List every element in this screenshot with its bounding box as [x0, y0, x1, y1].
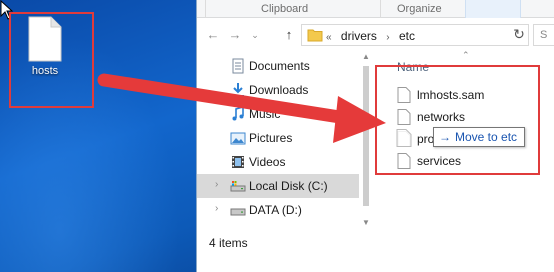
move-tooltip-label: Move to etc — [455, 130, 518, 144]
desktop-highlight-box — [9, 12, 94, 108]
breadcrumb-drivers[interactable]: drivers — [341, 29, 377, 43]
music-icon — [232, 106, 244, 121]
pictures-icon — [230, 132, 246, 145]
address-bar[interactable]: « drivers › etc — [301, 24, 529, 46]
ribbon-group-clipboard: Clipboard — [261, 3, 309, 15]
nav-item-local-disk[interactable]: › Local Disk (C:) — [197, 174, 359, 198]
nav-item-label: DATA (D:) — [249, 203, 302, 217]
nav-item-data-drive[interactable]: › DATA (D:) — [197, 198, 359, 222]
nav-item-label: Pictures — [249, 131, 293, 145]
nav-item-label: Downloads — [249, 83, 309, 97]
nav-item-documents[interactable]: Documents — [197, 54, 359, 78]
move-arrow-icon: → — [439, 130, 451, 144]
sort-chevron-icon: ⌃ — [462, 50, 470, 60]
scrollbar-thumb[interactable] — [363, 66, 369, 206]
ribbon-separator — [205, 0, 206, 18]
expand-chevron-icon[interactable]: › — [215, 179, 218, 190]
documents-icon — [232, 58, 244, 74]
navigation-pane: Documents Downloads Music Pictures Video… — [197, 50, 365, 245]
scroll-up-icon[interactable]: ▲ — [361, 52, 371, 61]
back-arrow-icon[interactable]: ← — [205, 27, 221, 43]
local-disk-icon — [230, 181, 246, 192]
videos-icon — [232, 156, 244, 168]
nav-item-label: Videos — [249, 155, 286, 169]
breadcrumb-overflow[interactable]: « — [326, 32, 332, 43]
nav-item-label: Music — [249, 107, 281, 121]
up-arrow-icon[interactable]: ↑ — [281, 27, 297, 43]
ribbon-highlight — [465, 0, 521, 18]
dragged-file-icon — [396, 129, 412, 147]
nav-item-videos[interactable]: Videos — [197, 150, 359, 174]
breadcrumb: « drivers › etc — [326, 29, 421, 43]
ribbon-group-organize: Organize — [397, 3, 442, 15]
nav-pane-scrollbar[interactable]: ▲ ▼ — [361, 52, 371, 227]
scroll-down-icon[interactable]: ▼ — [361, 218, 371, 227]
nav-item-label: Local Disk (C:) — [249, 179, 328, 193]
nav-item-pictures[interactable]: Pictures — [197, 126, 359, 150]
refresh-icon[interactable]: ↻ — [509, 24, 529, 44]
forward-arrow-icon[interactable]: → — [227, 27, 243, 43]
ribbon-separator — [380, 0, 381, 18]
expand-chevron-icon[interactable]: › — [215, 203, 218, 214]
nav-item-music[interactable]: Music — [197, 102, 359, 126]
navigation-bar: ← → ⌄ ↑ « drivers › etc ↻ S — [197, 21, 554, 49]
status-bar-item-count: 4 items — [209, 236, 248, 250]
breadcrumb-etc[interactable]: etc — [399, 29, 415, 43]
drag-move-tooltip: → Move to etc — [433, 127, 526, 147]
drive-icon — [230, 208, 246, 216]
recent-locations-chevron-icon[interactable]: ⌄ — [247, 27, 263, 43]
downloads-icon — [232, 83, 244, 97]
ribbon-group-bar: Clipboard Organize — [197, 0, 554, 18]
folder-icon — [307, 29, 323, 42]
nav-item-label: Documents — [249, 59, 310, 73]
search-input[interactable]: S — [533, 24, 554, 46]
nav-item-downloads[interactable]: Downloads — [197, 78, 359, 102]
files-highlight-box — [375, 65, 540, 175]
breadcrumb-separator: › — [386, 32, 390, 43]
